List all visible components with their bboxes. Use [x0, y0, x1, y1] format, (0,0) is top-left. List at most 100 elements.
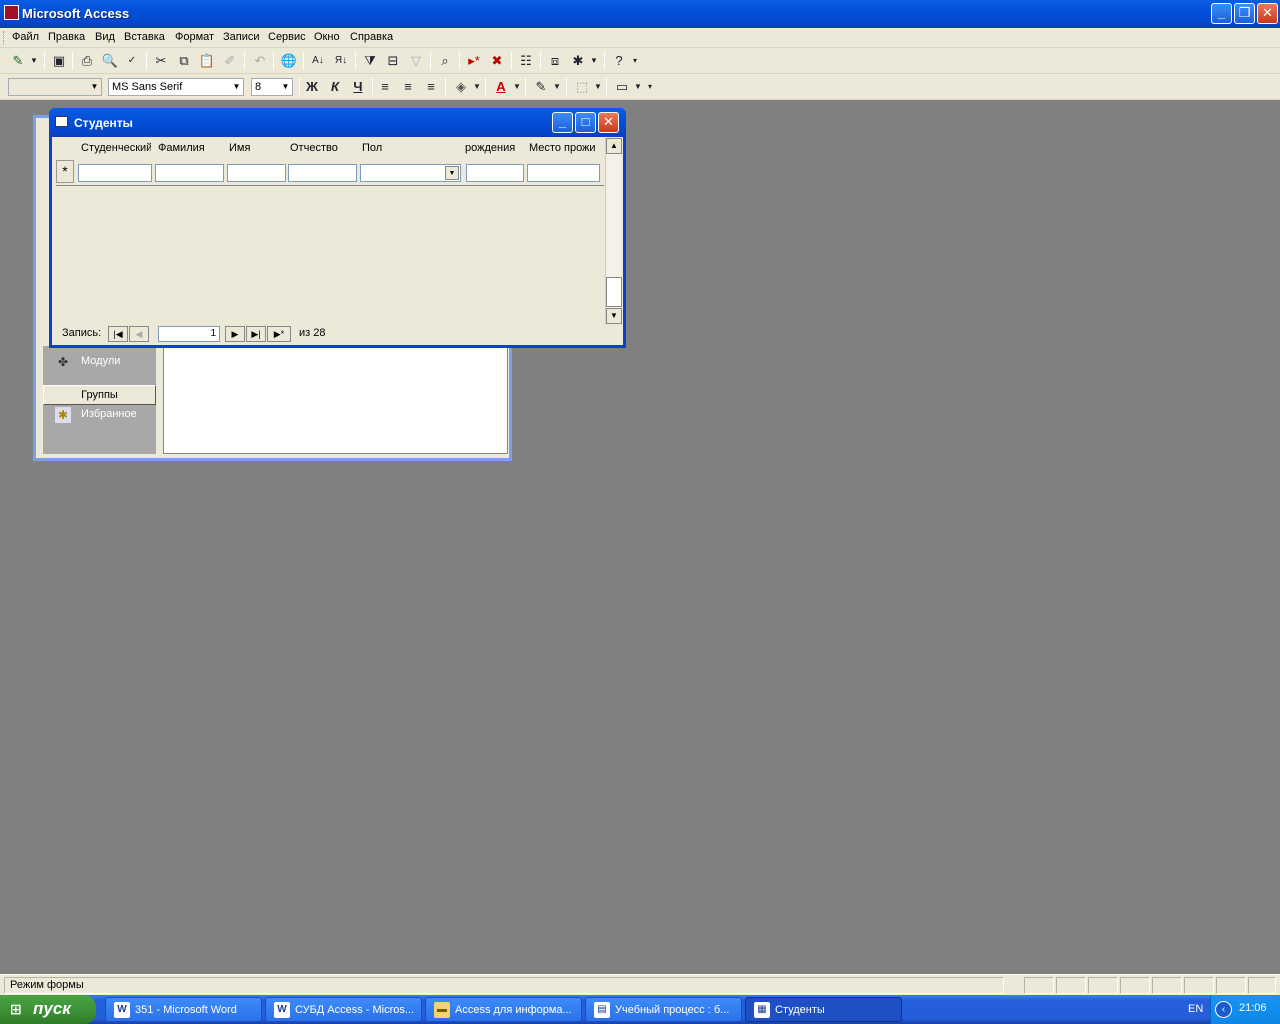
- menu-view[interactable]: Вид: [95, 31, 115, 43]
- next-record-icon[interactable]: ▶: [225, 326, 245, 342]
- line-color-dropdown-icon[interactable]: ▼: [551, 77, 563, 97]
- chevron-down-icon[interactable]: ▼: [88, 79, 101, 95]
- menu-edit[interactable]: Правка: [48, 31, 85, 43]
- taskbar-item-word-access[interactable]: W СУБД Access - Micros...: [265, 997, 422, 1022]
- last-record-icon[interactable]: ▶|: [246, 326, 266, 342]
- line-color-icon[interactable]: ✎: [531, 77, 551, 97]
- print-icon[interactable]: ⎙: [77, 51, 97, 71]
- first-record-icon[interactable]: |◀: [108, 326, 128, 342]
- object-combo[interactable]: ▼: [8, 78, 102, 96]
- chevron-down-icon[interactable]: ▼: [445, 166, 459, 180]
- patronymic-field[interactable]: [288, 164, 357, 182]
- fill-color-icon[interactable]: ◈: [451, 77, 471, 97]
- line-width-dropdown-icon[interactable]: ▼: [632, 77, 644, 97]
- toolbar-options-icon[interactable]: ▾: [645, 77, 655, 97]
- form-window[interactable]: Студенты _ □ ✕ Студенческий Фамилия Имя …: [49, 108, 626, 348]
- menu-file[interactable]: Файл: [12, 31, 39, 43]
- help-icon[interactable]: ?: [609, 51, 629, 71]
- taskbar-item-word[interactable]: W 351 - Microsoft Word: [105, 997, 262, 1022]
- vertical-scrollbar[interactable]: ▲ ▼: [605, 138, 622, 324]
- copy-icon[interactable]: ⧉: [174, 51, 194, 71]
- taskbar-item-students[interactable]: ▦ Студенты: [745, 997, 902, 1022]
- new-record-nav-icon[interactable]: ▶*: [267, 326, 291, 342]
- font-color-dropdown-icon[interactable]: ▼: [511, 77, 523, 97]
- delete-record-icon[interactable]: ✖: [487, 51, 507, 71]
- previous-record-icon[interactable]: ◀: [129, 326, 149, 342]
- objects-item-favorites[interactable]: ✱ Избранное: [43, 403, 156, 427]
- chevron-down-icon[interactable]: ▼: [279, 79, 292, 95]
- sort-descending-icon[interactable]: Я↓: [331, 51, 351, 71]
- border-style-dropdown-icon[interactable]: ▼: [592, 77, 604, 97]
- filter-by-form-icon[interactable]: ⊟: [383, 51, 403, 71]
- tray-expand-icon[interactable]: ‹: [1215, 1001, 1232, 1018]
- spelling-icon[interactable]: ✓: [122, 51, 142, 71]
- new-object-icon[interactable]: ✱: [568, 51, 588, 71]
- align-right-icon[interactable]: ≡: [421, 77, 441, 97]
- menu-format[interactable]: Формат: [175, 31, 214, 43]
- access-app-icon[interactable]: [4, 5, 19, 20]
- form-minimize-button[interactable]: _: [552, 112, 573, 133]
- form-maximize-button[interactable]: □: [575, 112, 596, 133]
- fill-color-dropdown-icon[interactable]: ▼: [471, 77, 483, 97]
- form-title-bar[interactable]: Студенты _ □ ✕: [49, 108, 626, 137]
- menu-grip[interactable]: [3, 31, 6, 45]
- restore-button[interactable]: ❐: [1234, 3, 1255, 24]
- line-width-icon[interactable]: ▭: [612, 77, 632, 97]
- format-painter-icon[interactable]: ✐: [220, 51, 240, 71]
- record-selector[interactable]: *: [56, 160, 74, 183]
- new-record-icon[interactable]: ▸*: [464, 51, 484, 71]
- menu-tools[interactable]: Сервис: [268, 31, 306, 43]
- properties-icon[interactable]: ☷: [516, 51, 536, 71]
- form-close-button[interactable]: ✕: [598, 112, 619, 133]
- residence-field[interactable]: [527, 164, 600, 182]
- print-preview-icon[interactable]: 🔍: [100, 51, 120, 71]
- menu-insert[interactable]: Вставка: [124, 31, 165, 43]
- student-id-field[interactable]: [78, 164, 152, 182]
- taskbar-item-database[interactable]: ▤ Учебный процесс : б...: [585, 997, 742, 1022]
- align-center-icon[interactable]: ≡: [398, 77, 418, 97]
- font-size-combo[interactable]: 8 ▼: [251, 78, 293, 96]
- menu-records[interactable]: Записи: [223, 31, 260, 43]
- apply-filter-icon[interactable]: ▽: [406, 51, 426, 71]
- minimize-button[interactable]: _: [1211, 3, 1232, 24]
- hyperlink-icon[interactable]: 🌐: [279, 51, 299, 71]
- font-color-icon[interactable]: A: [491, 77, 511, 97]
- database-window-icon[interactable]: ⧈: [545, 51, 565, 71]
- gender-combo[interactable]: ▼: [360, 164, 461, 182]
- objects-item-modules[interactable]: ✤ Модули: [43, 350, 156, 374]
- clock[interactable]: 21:06: [1239, 1002, 1267, 1014]
- border-style-icon[interactable]: ⬚: [572, 77, 592, 97]
- start-button[interactable]: ⊞ пуск: [0, 995, 96, 1024]
- taskbar-item-folder[interactable]: ▬ Access для информа...: [425, 997, 582, 1022]
- menu-window[interactable]: Окно: [314, 31, 340, 43]
- first-name-field[interactable]: [227, 164, 286, 182]
- sort-ascending-icon[interactable]: A↓: [308, 51, 328, 71]
- groups-button[interactable]: Группы: [43, 385, 156, 405]
- chevron-down-icon[interactable]: ▼: [230, 79, 243, 95]
- find-icon[interactable]: ⌕: [435, 51, 455, 71]
- scroll-down-icon[interactable]: ▼: [606, 308, 622, 324]
- view-icon[interactable]: ✎: [8, 51, 28, 71]
- save-icon[interactable]: ▣: [49, 51, 69, 71]
- align-left-icon[interactable]: ≡: [375, 77, 395, 97]
- close-button[interactable]: ✕: [1257, 3, 1278, 24]
- view-dropdown-icon[interactable]: ▼: [28, 51, 40, 71]
- birth-date-field[interactable]: [466, 164, 524, 182]
- font-name-combo[interactable]: MS Sans Serif ▼: [108, 78, 244, 96]
- toolbar-options-icon[interactable]: ▾: [629, 51, 641, 71]
- language-indicator[interactable]: EN: [1188, 1003, 1203, 1015]
- italic-button[interactable]: К: [325, 77, 345, 97]
- record-number-input[interactable]: 1: [158, 326, 220, 342]
- new-object-dropdown-icon[interactable]: ▼: [588, 51, 600, 71]
- underline-button[interactable]: Ч: [348, 77, 368, 97]
- scroll-up-icon[interactable]: ▲: [606, 138, 622, 154]
- undo-icon[interactable]: ↶: [250, 51, 270, 71]
- paste-icon[interactable]: 📋: [197, 51, 217, 71]
- bold-button[interactable]: Ж: [302, 77, 322, 97]
- filter-by-selection-icon[interactable]: ⧩: [360, 51, 380, 71]
- scroll-thumb[interactable]: [606, 277, 622, 307]
- cut-icon[interactable]: ✂: [151, 51, 171, 71]
- objects-list[interactable]: [163, 346, 508, 454]
- menu-help[interactable]: Справка: [350, 31, 393, 43]
- form-icon[interactable]: [55, 116, 68, 127]
